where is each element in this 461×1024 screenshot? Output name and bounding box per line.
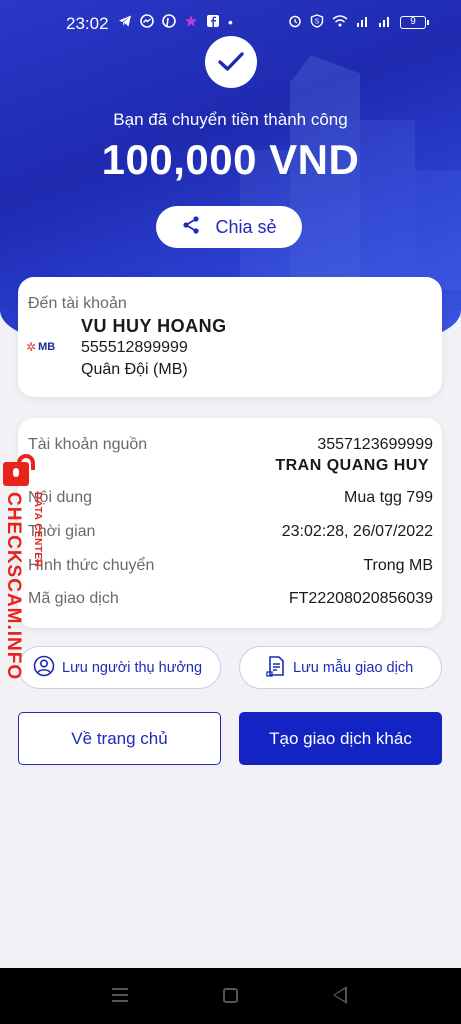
app-icon <box>184 14 198 31</box>
alarm-icon <box>288 14 302 31</box>
success-message: Bạn đã chuyển tiền thành công <box>113 110 348 129</box>
watermark-sub-text: DATA CENTER <box>32 492 43 568</box>
save-beneficiary-label: Lưu người thụ hưởng <box>62 659 203 676</box>
signal-icon <box>378 14 392 31</box>
recipient-account: 555512899999 <box>81 339 188 356</box>
mb-bank-logo: ✲ MB <box>26 340 55 354</box>
bank-logo-text: MB <box>38 341 56 353</box>
vpn-icon: S <box>310 14 324 31</box>
battery-icon: 9 <box>400 16 429 29</box>
source-account-number: 3557123699999 <box>317 436 433 453</box>
notification-icons: • <box>118 14 233 31</box>
transaction-details-card: Tài khoản nguồn 3557123699999 TRAN QUANG… <box>18 418 442 628</box>
content-value: Mua tgg 799 <box>344 489 433 506</box>
time-row: Thời gian 23:02:28, 26/07/2022 <box>28 523 433 541</box>
facebook-icon <box>206 14 220 31</box>
home-button[interactable]: Về trang chủ <box>18 712 221 765</box>
svg-text:S: S <box>315 19 320 26</box>
content-row: Nội dung Mua tgg 799 <box>28 489 433 507</box>
save-template-button[interactable]: Lưu mẫu giao dịch <box>239 646 442 689</box>
wifi-icon <box>332 14 348 31</box>
time-value: 23:02:28, 26/07/2022 <box>281 523 433 540</box>
share-label: Chia sẻ <box>215 216 277 237</box>
recipient-bank: Quân Đội (MB) <box>81 361 188 378</box>
transfer-amount: 100,000 VND <box>101 136 360 183</box>
share-icon <box>181 215 201 240</box>
recipient-card: Đến tài khoản ✲ MB VU HUY HOANG 55551289… <box>18 277 442 397</box>
back-nav-icon[interactable] <box>333 986 347 1004</box>
watermark-main-text: CHECKSCAM.INFO <box>3 492 24 681</box>
pinterest-icon <box>162 14 176 31</box>
system-navigation-bar <box>0 968 461 1024</box>
document-icon <box>266 655 286 681</box>
method-row: Hình thức chuyển Trong MB <box>28 557 433 575</box>
watermark: CHECKSCAM.INFO DATA CENTER <box>3 452 47 680</box>
source-account-row: Tài khoản nguồn 3557123699999 <box>28 436 433 454</box>
status-time: 23:02 <box>66 14 109 33</box>
share-button[interactable]: Chia sẻ <box>156 206 302 248</box>
success-check-icon <box>205 36 257 88</box>
transaction-id-row: Mã giao dịch FT22208020856039 <box>28 590 433 608</box>
lock-icon <box>3 452 35 486</box>
recent-apps-icon[interactable] <box>112 988 128 1006</box>
system-status-icons: S 9 <box>288 14 429 31</box>
dot-icon: • <box>228 14 233 30</box>
transaction-id-value: FT22208020856039 <box>288 590 433 607</box>
signal-icon <box>356 14 370 31</box>
background-building <box>415 170 461 290</box>
method-value: Trong MB <box>363 557 433 574</box>
home-nav-icon[interactable] <box>223 988 238 1003</box>
save-beneficiary-button[interactable]: Lưu người thụ hưởng <box>18 646 221 689</box>
new-transaction-button[interactable]: Tạo giao dịch khác <box>239 712 442 765</box>
source-account-name: TRAN QUANG HUY <box>275 457 429 474</box>
recipient-name: VU HUY HOANG <box>81 316 227 336</box>
messenger-icon <box>140 14 154 31</box>
recipient-section-label: Đến tài khoản <box>28 295 127 312</box>
save-template-label: Lưu mẫu giao dịch <box>293 659 414 676</box>
telegram-icon <box>118 14 132 31</box>
star-icon: ✲ <box>26 340 37 354</box>
